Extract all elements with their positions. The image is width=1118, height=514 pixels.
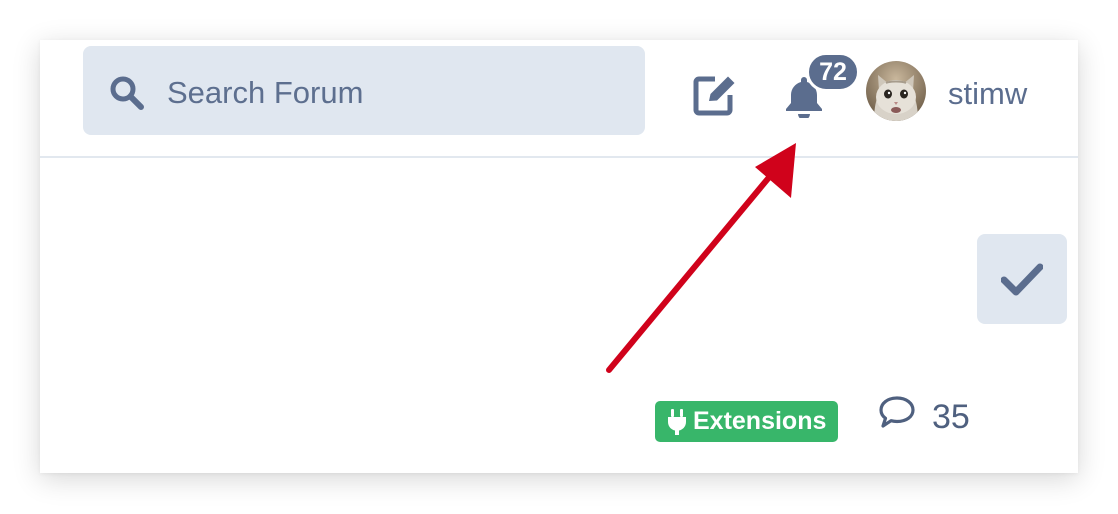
forum-header: Search Forum 72 stimw [40, 40, 1078, 158]
cat-avatar-icon [866, 61, 926, 121]
comment-icon [879, 396, 915, 428]
search-icon [110, 76, 144, 110]
check-icon [1001, 263, 1043, 296]
search-placeholder: Search Forum [167, 75, 364, 110]
forum-panel: Search Forum 72 stimw Extensions 35 [40, 40, 1078, 473]
plug-icon [668, 408, 686, 435]
username[interactable]: stimw [948, 76, 1027, 112]
reply-count-value: 35 [932, 398, 970, 436]
reply-count[interactable]: 35 [878, 396, 970, 437]
tag-extensions[interactable]: Extensions [655, 401, 839, 442]
mark-as-read-button[interactable] [977, 234, 1067, 324]
tag-label: Extensions [693, 407, 827, 435]
edit-icon[interactable] [691, 70, 739, 118]
notification-count-badge[interactable]: 72 [806, 52, 860, 92]
screenshot-stage: Search Forum 72 stimw Extensions 35 [0, 0, 1118, 514]
user-avatar[interactable] [866, 61, 926, 121]
search-input[interactable]: Search Forum [83, 46, 645, 135]
